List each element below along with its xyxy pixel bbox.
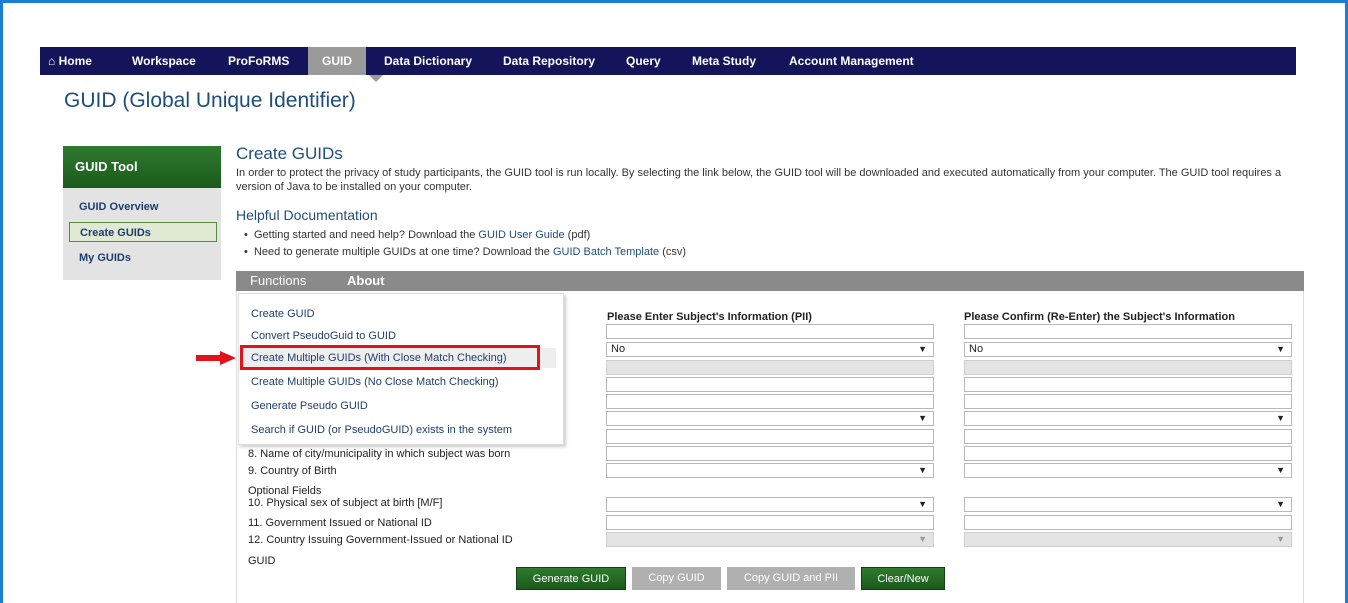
confirm-government-id[interactable] — [964, 515, 1292, 530]
section-heading-create-guids: Create GUIDs — [236, 144, 343, 163]
confirm-select-yes-no[interactable]: No ▼ — [964, 342, 1292, 357]
nav-meta-study[interactable]: Meta Study — [692, 47, 756, 75]
clear-new-button[interactable]: Clear/New — [861, 567, 945, 590]
panel-tab-bar: Functions About — [236, 271, 1304, 291]
nav-workspace[interactable]: Workspace — [132, 47, 196, 75]
copy-guid-button[interactable]: Copy GUID — [632, 567, 721, 590]
pii-select-yes-no[interactable]: No ▼ — [606, 342, 934, 357]
pii-government-id[interactable] — [606, 515, 934, 530]
chevron-down-icon: ▼ — [1276, 465, 1285, 475]
label-government-id: 11. Government Issued or National ID — [248, 517, 432, 529]
pii-id-country-disabled: ▼ — [606, 532, 934, 547]
generate-guid-button[interactable]: Generate GUID — [516, 567, 626, 590]
pii-field-1[interactable] — [606, 324, 934, 339]
intro-text: In order to protect the privacy of study… — [236, 167, 1282, 193]
nav-home-label: Home — [58, 54, 92, 68]
label-physical-sex: 10. Physical sex of subject at birth [M/… — [248, 497, 443, 509]
section-heading-helpful-docs: Helpful Documentation — [236, 207, 378, 223]
batch-template-link[interactable]: GUID Batch Template — [553, 246, 659, 258]
pii-city-of-birth[interactable] — [606, 446, 934, 461]
confirm-city-of-birth[interactable] — [964, 446, 1292, 461]
chevron-down-icon: ▼ — [1276, 534, 1285, 544]
sidebar: GUID Tool GUID Overview Create GUIDs My … — [63, 146, 221, 280]
nav-account-management[interactable]: Account Management — [789, 47, 914, 75]
menu-item-create-guid[interactable]: Create GUID — [251, 304, 315, 324]
nav-data-repository[interactable]: Data Repository — [503, 47, 595, 75]
label-guid: GUID — [248, 555, 276, 567]
pii-field-4[interactable] — [606, 429, 934, 444]
chevron-down-icon: ▼ — [918, 344, 927, 354]
menu-item-convert-pseudoguid[interactable]: Convert PseudoGuid to GUID — [251, 326, 396, 346]
doc-item-user-guide: • Getting started and need help? Downloa… — [244, 229, 591, 241]
column-heading-confirm-pii: Please Confirm (Re-Enter) the Subject's … — [964, 311, 1235, 323]
column-heading-enter-pii: Please Enter Subject's Information (PII) — [607, 311, 812, 323]
chevron-down-icon: ▼ — [1276, 413, 1285, 423]
nav-proforms[interactable]: ProFoRMS — [228, 47, 289, 75]
pii-select-2[interactable]: ▼ — [606, 411, 934, 426]
label-city-of-birth: 8. Name of city/municipality in which su… — [248, 448, 511, 460]
active-tab-pointer — [369, 75, 383, 82]
page-title: GUID (Global Unique Identifier) — [64, 89, 356, 112]
sidebar-item-create-guids[interactable]: Create GUIDs — [69, 222, 217, 242]
chevron-down-icon: ▼ — [918, 499, 927, 509]
pii-field-2[interactable] — [606, 377, 934, 392]
confirm-field-disabled — [964, 360, 1292, 375]
pii-field-3[interactable] — [606, 394, 934, 409]
top-navigation: ⌂ Home Workspace ProFoRMS GUID Data Dict… — [40, 47, 1296, 82]
confirm-field-4[interactable] — [964, 429, 1292, 444]
chevron-down-icon: ▼ — [918, 413, 927, 423]
menu-item-search-guid[interactable]: Search if GUID (or PseudoGUID) exists in… — [251, 420, 512, 440]
chevron-down-icon: ▼ — [918, 465, 927, 475]
user-guide-link[interactable]: GUID User Guide — [478, 229, 564, 241]
confirm-field-3[interactable] — [964, 394, 1292, 409]
label-optional-fields: Optional Fields — [248, 485, 322, 497]
chevron-down-icon: ▼ — [1276, 499, 1285, 509]
confirm-country-of-birth[interactable]: ▼ — [964, 463, 1292, 478]
tab-functions[interactable]: Functions — [250, 271, 306, 291]
confirm-physical-sex[interactable]: ▼ — [964, 497, 1292, 512]
sidebar-item-my-guids[interactable]: My GUIDs — [69, 248, 217, 268]
nav-data-dictionary[interactable]: Data Dictionary — [384, 47, 472, 75]
copy-guid-and-pii-button[interactable]: Copy GUID and PII — [727, 567, 855, 590]
sidebar-item-guid-overview[interactable]: GUID Overview — [69, 197, 217, 217]
nav-guid[interactable]: GUID — [308, 47, 366, 75]
label-id-country: 12. Country Issuing Government-Issued or… — [248, 534, 513, 546]
confirm-field-2[interactable] — [964, 377, 1292, 392]
nav-home[interactable]: ⌂ Home — [48, 47, 92, 75]
chevron-down-icon: ▼ — [1276, 344, 1285, 354]
label-country-of-birth: 9. Country of Birth — [248, 465, 337, 477]
annotation-highlight-box — [240, 345, 540, 370]
annotation-arrow-icon — [196, 351, 236, 365]
confirm-id-country-disabled: ▼ — [964, 532, 1292, 547]
home-icon: ⌂ — [48, 54, 56, 68]
chevron-down-icon: ▼ — [918, 534, 927, 544]
nav-query[interactable]: Query — [626, 47, 661, 75]
tab-about[interactable]: About — [347, 271, 385, 291]
pii-country-of-birth[interactable]: ▼ — [606, 463, 934, 478]
menu-item-generate-pseudo-guid[interactable]: Generate Pseudo GUID — [251, 396, 368, 416]
menu-item-create-multiple-no-close-match[interactable]: Create Multiple GUIDs (No Close Match Ch… — [251, 372, 499, 392]
pii-physical-sex[interactable]: ▼ — [606, 497, 934, 512]
confirm-select-2[interactable]: ▼ — [964, 411, 1292, 426]
confirm-field-1[interactable] — [964, 324, 1292, 339]
pii-field-disabled — [606, 360, 934, 375]
sidebar-title: GUID Tool — [63, 146, 221, 188]
doc-item-batch-template: • Need to generate multiple GUIDs at one… — [244, 246, 687, 258]
